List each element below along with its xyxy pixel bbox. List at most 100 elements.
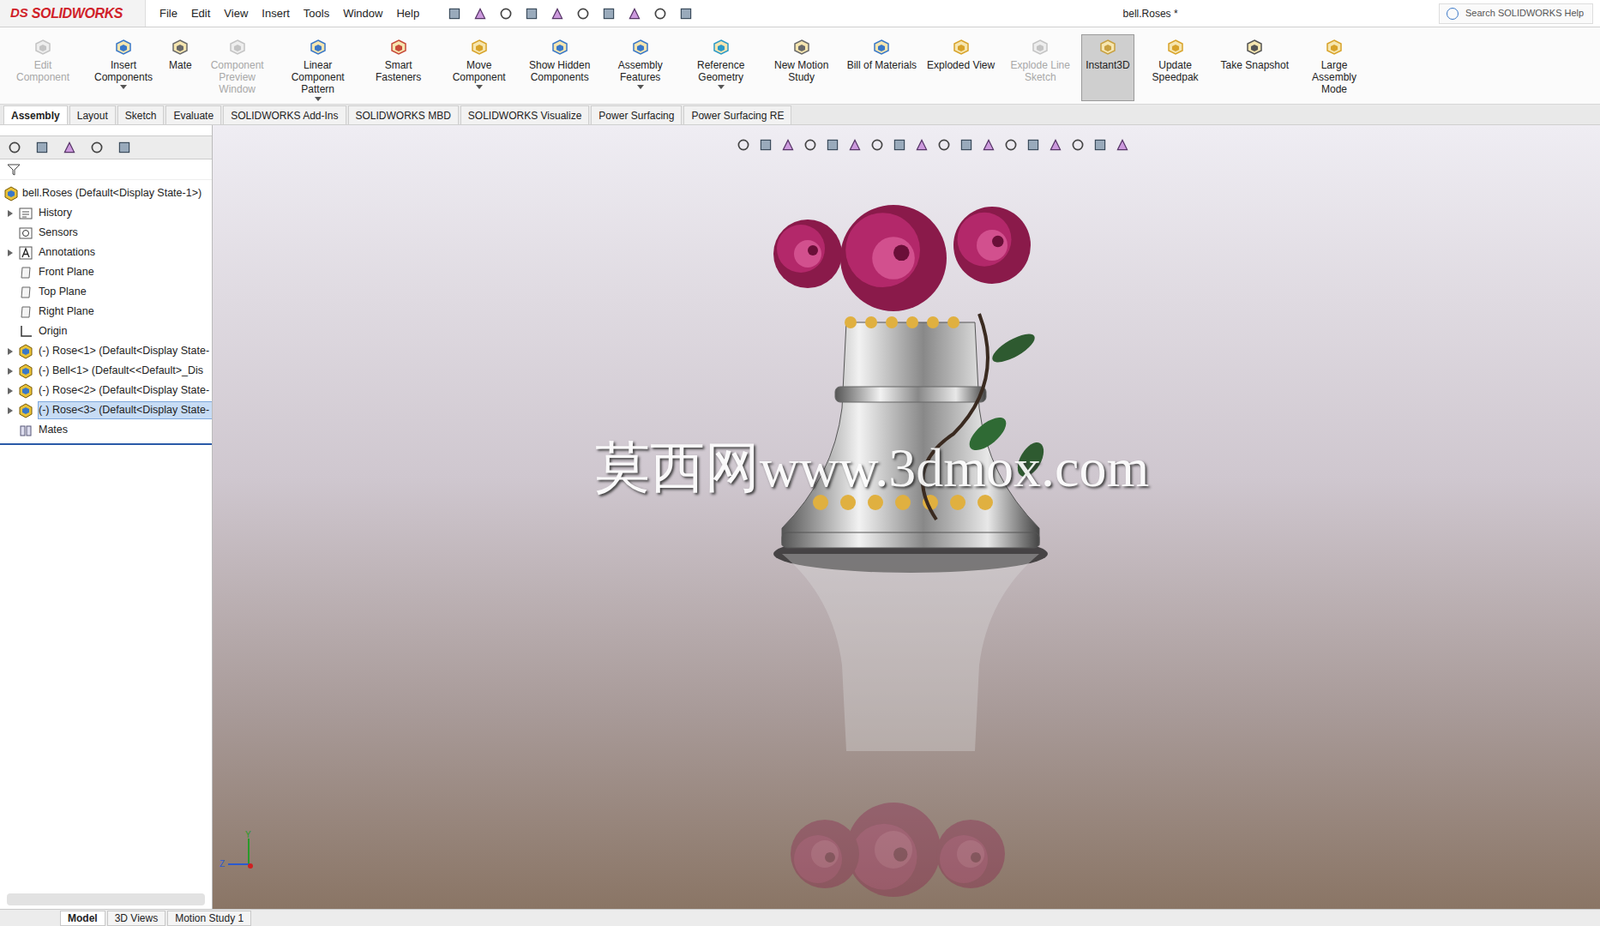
- view-tool-icon[interactable]: [936, 137, 952, 153]
- tree-item[interactable]: Origin: [0, 321, 212, 342]
- menu-item[interactable]: View: [223, 5, 248, 23]
- view-tool-icon[interactable]: [824, 137, 841, 153]
- bottom-tab[interactable]: Motion Study 1: [167, 910, 252, 926]
- view-tool-icon[interactable]: [523, 6, 540, 22]
- expand-arrow-icon[interactable]: [7, 387, 13, 395]
- view-tool-icon[interactable]: [116, 139, 133, 156]
- view-tool-icon[interactable]: [6, 139, 23, 156]
- view-tool-icon[interactable]: [1047, 137, 1064, 153]
- command-tab[interactable]: SOLIDWORKS MBD: [348, 105, 459, 125]
- help-search[interactable]: Search SOLIDWORKS Help: [1438, 3, 1594, 25]
- tree-item[interactable]: Annotations: [0, 242, 212, 263]
- view-tool-icon[interactable]: [446, 6, 463, 22]
- command-button[interactable]: Reference Geometry: [681, 34, 761, 102]
- tree-item[interactable]: Mates: [0, 420, 212, 440]
- view-tool-icon[interactable]: [891, 137, 908, 153]
- view-tool-icon[interactable]: [34, 139, 50, 156]
- view-tool-icon[interactable]: [61, 139, 78, 156]
- tree-item[interactable]: (-) Rose<1> (Default<Display State-: [0, 341, 212, 361]
- tree-item[interactable]: (-) Bell<1> (Default<<Default>_Dis: [0, 360, 212, 381]
- command-button[interactable]: Bill of Materials: [842, 34, 921, 102]
- tree-item[interactable]: (-) Rose<2> (Default<Display State-: [0, 380, 212, 401]
- command-tab[interactable]: Layout: [69, 105, 116, 125]
- dropdown-arrow-icon[interactable]: [475, 84, 483, 90]
- command-button[interactable]: Instant3D: [1081, 34, 1134, 102]
- view-tool-icon[interactable]: [549, 6, 566, 22]
- app-logo[interactable]: DSSOLIDWORKS: [0, 0, 146, 27]
- tree-item[interactable]: (-) Rose<3> (Default<Display State-: [0, 400, 212, 421]
- command-tab[interactable]: Power Surfacing RE: [683, 105, 792, 125]
- view-tool-icon[interactable]: [958, 137, 975, 153]
- view-tool-icon[interactable]: [472, 6, 488, 22]
- command-tab[interactable]: Sketch: [117, 105, 165, 125]
- view-tool-icon[interactable]: [914, 137, 930, 153]
- expand-arrow-icon[interactable]: [7, 367, 13, 375]
- view-tool-icon[interactable]: [601, 6, 617, 22]
- view-tool-icon[interactable]: [757, 137, 774, 153]
- command-button[interactable]: Move Component: [439, 34, 519, 102]
- view-tool-icon[interactable]: [652, 6, 668, 22]
- view-tool-icon[interactable]: [1114, 137, 1131, 153]
- dropdown-arrow-icon[interactable]: [314, 96, 322, 102]
- view-tool-icon[interactable]: [626, 6, 643, 22]
- filter-icon[interactable]: [6, 163, 21, 176]
- command-button[interactable]: Component Preview Window: [198, 34, 277, 102]
- command-button[interactable]: Linear Component Pattern: [278, 34, 358, 106]
- command-tab[interactable]: SOLIDWORKS Add-Ins: [222, 105, 346, 125]
- tree-item[interactable]: History: [0, 203, 212, 223]
- view-tool-icon[interactable]: [980, 137, 997, 153]
- view-tool-icon[interactable]: [498, 6, 514, 22]
- view-tool-icon[interactable]: [678, 6, 694, 22]
- view-tool-icon[interactable]: [1070, 137, 1086, 153]
- expand-arrow-icon[interactable]: [7, 407, 13, 415]
- bell-model-render[interactable]: [730, 193, 1091, 909]
- view-tool-icon[interactable]: [869, 137, 885, 153]
- tree-item[interactable]: Right Plane: [0, 301, 212, 322]
- view-tool-icon[interactable]: [1092, 137, 1108, 153]
- command-button[interactable]: New Motion Study: [762, 34, 842, 102]
- command-tab[interactable]: SOLIDWORKS Visualize: [460, 105, 590, 125]
- menu-item[interactable]: Help: [396, 5, 420, 23]
- view-tool-icon[interactable]: [780, 137, 796, 153]
- expand-arrow-icon[interactable]: [7, 210, 13, 217]
- panel-scrollbar[interactable]: [6, 893, 205, 906]
- expand-arrow-icon[interactable]: [7, 249, 13, 257]
- view-tool-icon[interactable]: [802, 137, 819, 153]
- command-tab[interactable]: Power Surfacing: [590, 105, 682, 125]
- bottom-tab[interactable]: 3D Views: [107, 910, 166, 926]
- view-tool-icon[interactable]: [575, 6, 591, 22]
- command-button[interactable]: Take Snapshot: [1216, 34, 1294, 102]
- tree-item[interactable]: Front Plane: [0, 262, 212, 283]
- command-button[interactable]: Large Assembly Mode: [1294, 34, 1374, 102]
- menu-item[interactable]: Tools: [303, 5, 330, 23]
- command-button[interactable]: Explode Line Sketch: [1000, 34, 1080, 102]
- command-button[interactable]: Insert Components: [84, 34, 163, 102]
- graphics-area[interactable]: 莫西网www.3dmox.comYZ: [212, 125, 1600, 909]
- menu-item[interactable]: Edit: [191, 5, 211, 23]
- command-tab[interactable]: Evaluate: [165, 105, 222, 125]
- command-button[interactable]: Assembly Features: [601, 34, 680, 102]
- view-tool-icon[interactable]: [89, 139, 105, 156]
- command-button[interactable]: Edit Component: [3, 34, 83, 102]
- tree-item[interactable]: Top Plane: [0, 282, 212, 302]
- command-button[interactable]: Show Hidden Components: [520, 34, 600, 102]
- view-tool-icon[interactable]: [847, 137, 863, 153]
- dropdown-arrow-icon[interactable]: [637, 84, 644, 90]
- view-tool-icon[interactable]: [1025, 137, 1041, 153]
- view-tool-icon[interactable]: [735, 137, 752, 153]
- tree-root[interactable]: bell.Roses (Default<Display State-1>): [0, 183, 212, 204]
- command-tab[interactable]: Assembly: [3, 105, 68, 125]
- expand-arrow-icon[interactable]: [7, 348, 13, 355]
- filter-row[interactable]: [0, 159, 212, 181]
- dropdown-arrow-icon[interactable]: [717, 84, 725, 90]
- command-button[interactable]: Exploded View: [922, 34, 999, 102]
- view-tool-icon[interactable]: [1003, 137, 1019, 153]
- dropdown-arrow-icon[interactable]: [120, 84, 127, 90]
- menu-item[interactable]: File: [159, 5, 178, 23]
- command-button[interactable]: Update Speedpak: [1136, 34, 1216, 102]
- menu-item[interactable]: Insert: [261, 5, 290, 23]
- command-button[interactable]: Smart Fasteners: [359, 34, 439, 102]
- command-button[interactable]: Mate: [164, 34, 197, 102]
- tree-item[interactable]: Sensors: [0, 222, 212, 243]
- bottom-tab[interactable]: Model: [60, 910, 106, 926]
